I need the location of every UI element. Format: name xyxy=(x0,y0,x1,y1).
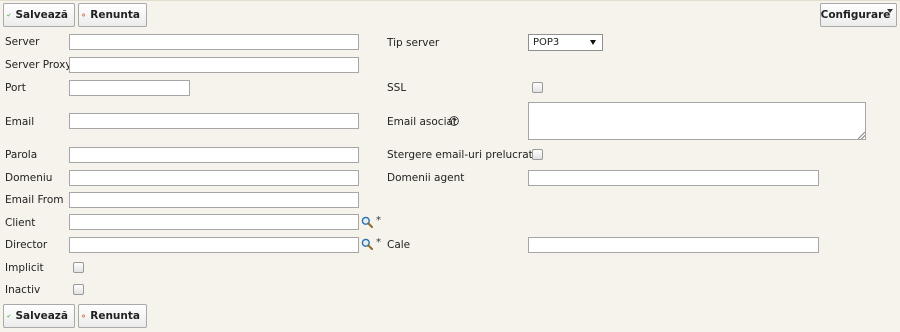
domeniu-input[interactable] xyxy=(69,170,359,186)
implicit-label: Implicit xyxy=(5,262,44,274)
email-from-input[interactable] xyxy=(69,192,359,208)
tip-server-selected-value: POP3 xyxy=(533,37,560,48)
tip-server-select[interactable]: POP3 xyxy=(528,34,603,51)
domenii-agent-input[interactable] xyxy=(528,170,819,186)
inactiv-label: Inactiv xyxy=(5,284,41,296)
save-button-bottom[interactable]: Salvează xyxy=(3,304,75,328)
parola-input[interactable] xyxy=(69,147,359,163)
server-proxy-input[interactable] xyxy=(69,57,359,73)
stergere-label: Stergere email-uri prelucrate xyxy=(387,149,540,161)
client-search-icon[interactable] xyxy=(361,216,373,228)
configurare-dropdown-button[interactable]: Configurare xyxy=(820,3,897,27)
checkmark-icon xyxy=(7,314,11,318)
server-proxy-label: Server Proxy xyxy=(5,59,72,71)
client-required-marker: * xyxy=(376,215,381,226)
director-search-icon[interactable] xyxy=(361,238,373,250)
email-from-label: Email From xyxy=(5,194,64,206)
director-label: Director xyxy=(5,239,48,251)
implicit-checkbox[interactable] xyxy=(73,262,84,273)
cancel-button-label: Renunta xyxy=(90,310,140,322)
email-asociat-textarea[interactable] xyxy=(528,102,866,140)
cancel-button[interactable]: Renunta xyxy=(78,3,147,27)
email-input[interactable] xyxy=(69,113,359,129)
save-button[interactable]: Salvează xyxy=(3,3,75,27)
email-label: Email xyxy=(5,116,35,128)
cancel-button-bottom[interactable]: Renunta xyxy=(78,304,147,328)
domeniu-label: Domeniu xyxy=(5,172,53,184)
email-asociat-label: Email asociat xyxy=(387,116,458,128)
cancel-button-label: Renunta xyxy=(90,9,140,21)
select-arrow-icon xyxy=(590,40,596,45)
client-input[interactable] xyxy=(69,214,359,230)
configurare-label: Configurare xyxy=(820,9,891,21)
no-entry-icon xyxy=(82,314,86,318)
save-button-label: Salvează xyxy=(15,9,69,21)
cale-input[interactable] xyxy=(528,237,819,253)
client-label: Client xyxy=(5,217,36,229)
help-icon[interactable] xyxy=(449,116,459,126)
top-toolbar: Salvează Renunta Configurare xyxy=(0,0,900,30)
save-button-label: Salvează xyxy=(15,310,69,322)
port-label: Port xyxy=(5,82,26,94)
no-entry-icon xyxy=(82,13,86,17)
port-input[interactable] xyxy=(69,80,190,96)
server-input[interactable] xyxy=(69,34,359,50)
server-label: Server xyxy=(5,36,40,48)
email-asociat-wrapper xyxy=(528,102,866,140)
stergere-checkbox[interactable] xyxy=(532,149,543,160)
tip-server-label: Tip server xyxy=(387,37,440,49)
ssl-label: SSL xyxy=(387,82,407,94)
cale-label: Cale xyxy=(387,239,411,251)
director-input[interactable] xyxy=(69,237,359,253)
domenii-agent-label: Domenii agent xyxy=(387,172,465,184)
resize-grip-icon[interactable] xyxy=(858,132,865,139)
ssl-checkbox[interactable] xyxy=(532,82,543,93)
checkmark-icon xyxy=(7,13,11,17)
bottom-toolbar: Salvează Renunta xyxy=(0,302,900,332)
director-required-marker: * xyxy=(376,237,381,248)
inactiv-checkbox[interactable] xyxy=(73,284,84,295)
caret-down-icon xyxy=(887,9,893,13)
parola-label: Parola xyxy=(5,149,38,161)
